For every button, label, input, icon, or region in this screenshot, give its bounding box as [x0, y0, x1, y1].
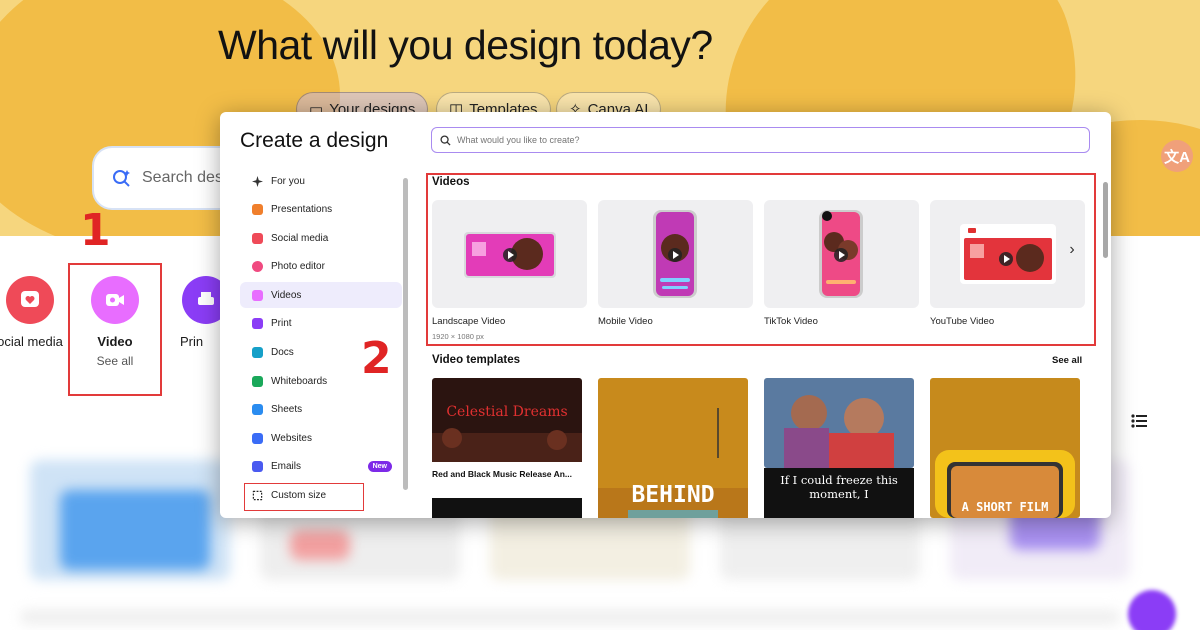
presentation-icon [252, 204, 263, 216]
video-icon [252, 289, 263, 301]
main-scrollbar[interactable] [1103, 182, 1108, 258]
translate-icon[interactable]: 文A [1161, 140, 1193, 172]
heart-icon [6, 276, 54, 324]
annotation-box-custom-size [244, 483, 364, 511]
template-art-text: A SHORT FILM [962, 500, 1049, 514]
template-thumbnail: Celestial Dreams [432, 378, 582, 518]
sidebar-item-label: Photo editor [271, 261, 325, 273]
sidebar-item-label: Websites [271, 432, 312, 444]
template-art-text: If I could freeze this moment, I [780, 473, 898, 501]
sidebar-item-label: Whiteboards [271, 375, 328, 387]
sidebar-item-label: Docs [271, 347, 294, 359]
sidebar-item-social-media[interactable]: Social media [240, 225, 402, 251]
website-icon [252, 432, 263, 444]
printer-icon [252, 318, 263, 330]
blurred-card [290, 530, 350, 560]
search-icon [440, 134, 451, 146]
video-templates-title: Video templates [432, 354, 520, 366]
see-all-link[interactable]: See all [1052, 355, 1082, 366]
template-art-text: Celestial Dreams [446, 404, 567, 420]
design-search-field[interactable] [431, 127, 1090, 153]
camera-icon [252, 261, 263, 273]
sidebar-item-presentations[interactable]: Presentations [240, 197, 402, 223]
whiteboard-icon [252, 375, 263, 387]
create-design-modal: Create a design For you Presentations So… [220, 112, 1111, 518]
heart-icon [252, 232, 263, 244]
template-card[interactable]: BEHIND [598, 378, 748, 518]
annotation-box-videos [426, 173, 1096, 346]
assistant-bubble[interactable] [1128, 590, 1176, 630]
search-placeholder: Search des [142, 169, 223, 186]
sparkle-icon [252, 175, 263, 187]
sidebar-item-label: Print [271, 318, 292, 330]
template-thumbnail: BEHIND [598, 378, 748, 518]
annotation-step-2: 2 [361, 333, 392, 384]
page-heading: What will you design today? [218, 22, 713, 68]
blurred-card [60, 490, 210, 570]
template-label: Red and Black Music Release An... [432, 469, 572, 479]
search-icon [113, 170, 130, 187]
email-icon [252, 461, 263, 473]
template-thumbnail: A SHORT FILM [930, 378, 1080, 518]
blurred-card [20, 610, 1120, 624]
annotation-box-video [68, 263, 162, 396]
category-label: ocial media [0, 334, 63, 349]
sidebar-item-label: Presentations [271, 204, 333, 216]
new-badge: New [367, 460, 392, 472]
sidebar-item-sheets[interactable]: Sheets [240, 397, 402, 423]
template-card[interactable]: If I could freeze this moment, I [764, 378, 914, 518]
list-view-icon[interactable] [1130, 412, 1148, 430]
sidebar-item-label: For you [271, 175, 305, 187]
template-art-text: BEHIND [631, 482, 714, 508]
sidebar-item-websites[interactable]: Websites [240, 425, 402, 451]
sidebar-scrollbar[interactable] [403, 178, 408, 490]
doc-icon [252, 347, 263, 359]
sidebar-item-emails[interactable]: Emails New [240, 454, 402, 480]
annotation-step-1: 1 [80, 205, 111, 256]
sidebar-item-label: Videos [271, 289, 302, 301]
template-thumbnail: If I could freeze this moment, I [764, 378, 914, 518]
sidebar-item-label: Social media [271, 232, 329, 244]
sidebar-item-videos[interactable]: Videos [240, 282, 402, 309]
sidebar-item-label: Emails [271, 461, 302, 473]
sheet-icon [252, 404, 263, 416]
modal-title: Create a design [240, 129, 389, 152]
category-social-media[interactable]: ocial media [0, 276, 70, 349]
template-card[interactable]: Celestial Dreams [432, 378, 582, 518]
design-search-input[interactable] [457, 135, 957, 145]
template-card[interactable]: A SHORT FILM [930, 378, 1080, 518]
sidebar-item-label: Sheets [271, 404, 303, 416]
sidebar-item-for-you[interactable]: For you [240, 168, 402, 194]
sidebar-item-photo-editor[interactable]: Photo editor [240, 254, 402, 280]
